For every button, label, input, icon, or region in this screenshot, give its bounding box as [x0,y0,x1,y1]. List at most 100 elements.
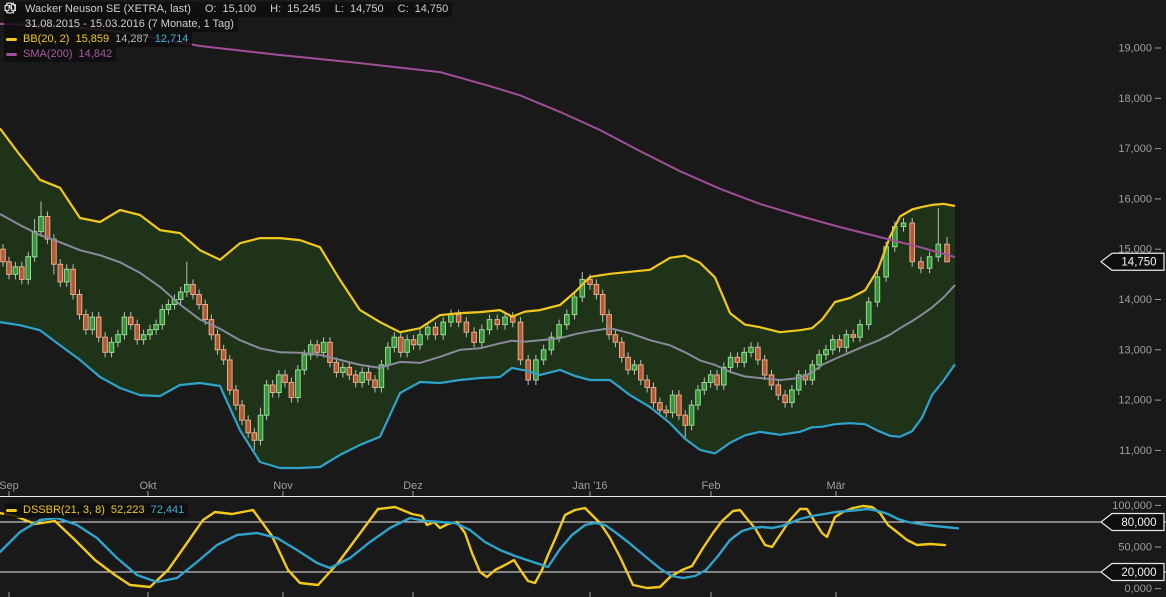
candle[interactable] [557,325,562,338]
candle[interactable] [366,372,371,380]
candle[interactable] [837,340,842,348]
candle[interactable] [844,335,849,348]
candle[interactable] [209,320,214,335]
candle[interactable] [64,269,69,282]
candle[interactable] [228,360,233,390]
candle[interactable] [221,350,226,360]
candle[interactable] [831,340,836,350]
candle[interactable] [13,267,18,275]
candle[interactable] [302,355,307,370]
candle[interactable] [639,365,644,380]
candle[interactable] [160,310,165,325]
candle[interactable] [315,345,320,353]
candle[interactable] [353,375,358,383]
candle[interactable] [449,315,454,323]
candle[interactable] [26,257,31,280]
candle[interactable] [129,317,134,325]
candle[interactable] [670,395,675,413]
candle[interactable] [32,232,37,257]
candle[interactable] [191,284,196,294]
candle[interactable] [52,239,57,264]
candle[interactable] [858,325,863,338]
candle[interactable] [45,217,50,240]
candle[interactable] [875,277,880,302]
candle[interactable] [234,390,239,405]
candle[interactable] [742,352,747,362]
candle[interactable] [776,385,781,395]
dssbr-legend-row[interactable]: DSSBR(21, 3, 8) 52,223 72,441 [4,503,188,518]
candle[interactable] [495,320,500,325]
candle[interactable] [109,342,114,352]
candle[interactable] [20,267,25,280]
candle[interactable] [270,385,275,393]
candle[interactable] [135,325,140,340]
candle[interactable] [116,335,121,343]
bb-legend-row[interactable]: BB(20, 2) 15,859 14,287 12,714 [4,32,192,47]
candle[interactable] [464,322,469,332]
candle[interactable] [756,347,761,360]
candle[interactable] [664,410,669,413]
candle[interactable] [71,269,76,294]
candle[interactable] [185,284,190,292]
candle[interactable] [321,342,326,352]
candle[interactable] [936,244,941,257]
candle[interactable] [620,342,625,357]
candle[interactable] [96,317,101,337]
candle[interactable] [328,342,333,362]
candle[interactable] [441,322,446,335]
candle[interactable] [708,375,713,383]
candle[interactable] [824,350,829,355]
candle[interactable] [246,420,251,433]
candle[interactable] [632,365,637,370]
candle[interactable] [178,292,183,300]
candle[interactable] [487,320,492,330]
candle[interactable] [154,325,159,330]
candle[interactable] [715,375,720,385]
candle[interactable] [433,327,438,335]
candle[interactable] [77,295,82,315]
candle[interactable] [534,360,539,380]
candle[interactable] [411,340,416,345]
candle[interactable] [901,223,906,227]
candle[interactable] [866,302,871,325]
candle[interactable] [405,340,410,353]
candle[interactable] [386,347,391,365]
instrument-row[interactable]: Wacker Neuson SE (XETRA, last) O: 15,100… [4,2,452,17]
candle[interactable] [541,350,546,360]
candle[interactable] [418,335,423,345]
candle[interactable] [613,335,618,343]
candle[interactable] [103,337,108,352]
candle[interactable] [1,249,6,262]
candle[interactable] [607,315,612,335]
candle[interactable] [252,433,257,441]
candle[interactable] [510,317,515,322]
candle[interactable] [258,415,263,440]
candle[interactable] [689,405,694,425]
candle[interactable] [456,315,461,323]
candle[interactable] [945,244,950,262]
candle[interactable] [677,395,682,415]
candle[interactable] [919,262,924,269]
candle[interactable] [215,335,220,350]
candle[interactable] [762,360,767,375]
candle[interactable] [39,217,44,232]
candle[interactable] [594,284,599,294]
candle[interactable] [148,330,153,335]
candle[interactable] [240,405,245,420]
candle[interactable] [735,357,740,362]
candle[interactable] [927,257,932,269]
candle[interactable] [203,305,208,320]
candle[interactable] [341,367,346,372]
candle[interactable] [783,395,788,403]
candle[interactable] [197,295,202,305]
candle[interactable] [572,297,577,315]
candle[interactable] [347,367,352,375]
candle[interactable] [141,335,146,340]
candle[interactable] [480,330,485,343]
candle[interactable] [283,375,288,383]
candle[interactable] [277,375,282,393]
candle[interactable] [702,383,707,391]
candle[interactable] [683,415,688,425]
candle[interactable] [84,315,89,330]
candle[interactable] [90,317,95,330]
